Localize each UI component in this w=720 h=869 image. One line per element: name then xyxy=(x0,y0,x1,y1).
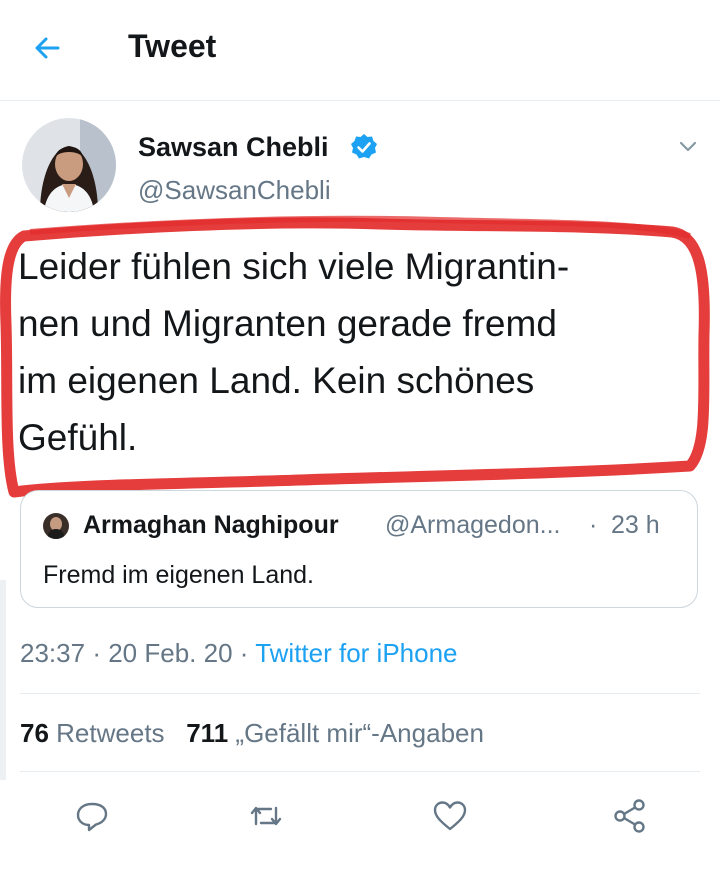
arrow-left-icon[interactable] xyxy=(28,28,68,68)
retweets-label: Retweets xyxy=(56,718,165,748)
likes-count: 711 xyxy=(186,718,229,748)
tweet-text-line: nen und Migranten gerade fremd xyxy=(18,303,557,344)
quoted-tweet-card[interactable]: Armaghan Naghipour @Armagedon... · 23 h … xyxy=(20,490,698,608)
tweet-time: 23:37 xyxy=(20,638,86,668)
tweet-text-line: Gefühl. xyxy=(18,417,138,458)
tweet-text-line: im eigenen Land. Kein schönes xyxy=(18,360,535,401)
quoted-author-name: Armaghan Naghipour xyxy=(83,511,339,539)
retweet-icon[interactable] xyxy=(246,796,286,836)
chevron-down-icon[interactable] xyxy=(674,134,702,158)
retweets-stat[interactable]: 76 Retweets xyxy=(20,718,165,748)
avatar[interactable] xyxy=(22,118,116,212)
quoted-tweet-text: Fremd im eigenen Land. xyxy=(43,561,314,589)
likes-stat[interactable]: 711 „Gefällt mir“-Angaben xyxy=(186,718,484,748)
author-handle: @SawsanChebli xyxy=(138,175,331,205)
quoted-avatar xyxy=(43,513,69,539)
likes-label: „Gefällt mir“-Angaben xyxy=(235,718,484,748)
heart-icon[interactable] xyxy=(430,796,470,836)
divider xyxy=(20,771,700,772)
quoted-separator: · xyxy=(589,511,598,539)
tweet-text: Leider fühlen sich viele Migrantin- nen … xyxy=(18,238,698,466)
verified-badge-icon xyxy=(351,134,377,159)
meta-separator: · xyxy=(239,638,249,668)
top-bar: Tweet xyxy=(0,0,720,101)
page-edge-shadow xyxy=(0,580,6,780)
quoted-time: 23 h xyxy=(611,511,660,539)
page-title: Tweet xyxy=(128,28,217,64)
quoted-author-handle: @Armagedon... xyxy=(385,511,561,539)
tweet-text-line: Leider fühlen sich viele Migrantin- xyxy=(18,246,570,287)
tweet-meta: 23:37 · 20 Feb. 20 · Twitter for iPhone xyxy=(20,638,458,669)
author-name[interactable]: Sawsan Chebli xyxy=(138,132,329,163)
meta-separator: · xyxy=(92,638,101,668)
reply-icon[interactable] xyxy=(72,796,112,836)
retweets-count: 76 xyxy=(20,718,49,748)
share-icon[interactable] xyxy=(610,796,650,836)
tweet-date: 20 Feb. 20 xyxy=(108,638,233,668)
tweet-stats: 76 Retweets 711 „Gefällt mir“-Angaben xyxy=(20,718,484,749)
tweet-source-link[interactable]: Twitter for iPhone xyxy=(255,638,457,668)
divider xyxy=(20,693,700,694)
